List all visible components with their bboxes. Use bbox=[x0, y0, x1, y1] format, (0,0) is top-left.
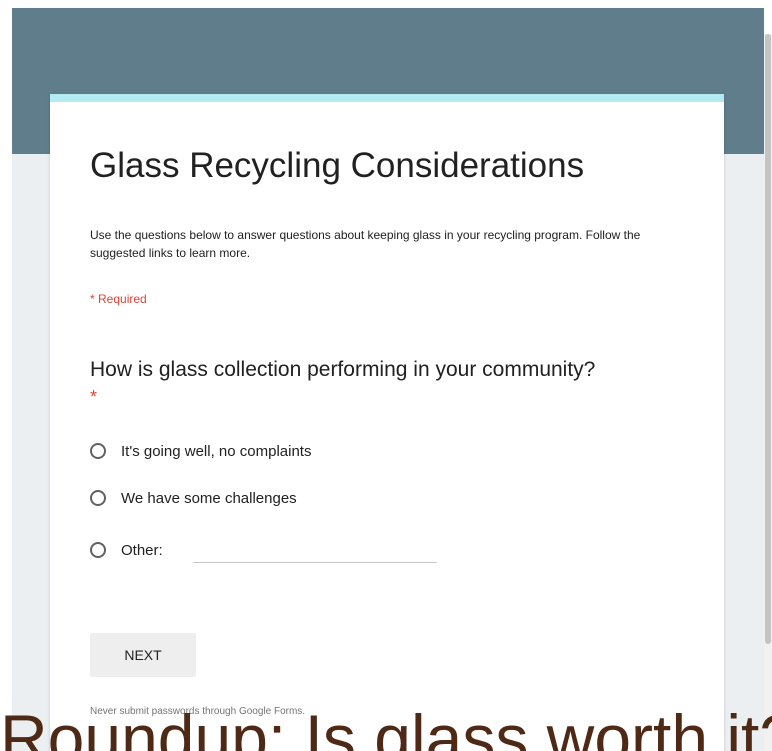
option-some-challenges[interactable]: We have some challenges bbox=[90, 486, 297, 510]
required-note: * Required bbox=[90, 292, 147, 306]
cropped-overlay-text: Roundup: Is glass worth it? bbox=[0, 701, 772, 751]
required-star: * bbox=[90, 387, 98, 407]
question-title: How is glass collection performing in yo… bbox=[90, 358, 596, 381]
other-text-input[interactable] bbox=[193, 532, 437, 563]
radio-button[interactable] bbox=[90, 542, 106, 558]
option-label: It's going well, no complaints bbox=[121, 442, 312, 460]
option-going-well[interactable]: It's going well, no complaints bbox=[90, 439, 311, 463]
radio-button[interactable] bbox=[90, 443, 106, 459]
form-page: Glass Recycling Considerations Use the q… bbox=[0, 0, 772, 751]
card-accent-bar bbox=[50, 94, 724, 102]
form-card: Glass Recycling Considerations Use the q… bbox=[50, 94, 724, 751]
option-other[interactable]: Other: bbox=[90, 538, 163, 562]
form-title: Glass Recycling Considerations bbox=[90, 146, 585, 185]
form-description: Use the questions below to answer questi… bbox=[90, 228, 641, 260]
next-button[interactable]: NEXT bbox=[90, 633, 196, 677]
option-label: Other: bbox=[121, 541, 163, 559]
radio-button[interactable] bbox=[90, 490, 106, 506]
scrollbar-thumb[interactable] bbox=[765, 34, 771, 644]
option-label: We have some challenges bbox=[121, 489, 297, 507]
